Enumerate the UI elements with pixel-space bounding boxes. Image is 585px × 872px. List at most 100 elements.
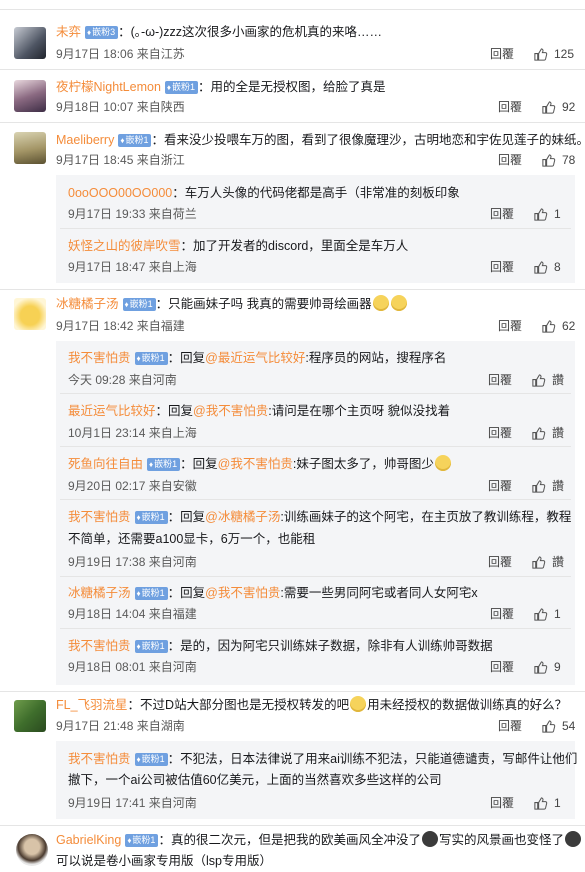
username-link[interactable]: 冰糖橘子汤 bbox=[56, 297, 119, 311]
thumbs-up-icon bbox=[542, 100, 556, 114]
comment-text: ：(｡-ω-)zzz这次很多小画家的危机真的来咯…… bbox=[118, 25, 383, 39]
reply-button[interactable]: 回覆 bbox=[490, 259, 514, 275]
like-button[interactable]: 讚 bbox=[531, 425, 564, 441]
comment-text: ：加了开发者的discord，里面全是车万人 bbox=[180, 239, 409, 253]
avatar[interactable] bbox=[16, 834, 48, 866]
like-button[interactable]: 1 bbox=[533, 206, 561, 222]
username-link[interactable]: 未弈 bbox=[56, 25, 81, 39]
like-count: 1 bbox=[554, 607, 561, 621]
comment-meta: 今天 09:28 来自河南 bbox=[68, 373, 177, 387]
reply-button[interactable]: 回覆 bbox=[488, 478, 512, 494]
comment-text: ：看来没少投喂车万的图，看到了很像魔理沙，古明地恋和宇佐见莲子的妹纸。 bbox=[151, 133, 585, 147]
username-link[interactable]: 妖怪之山的彼岸吹雪 bbox=[68, 239, 181, 253]
like-count: 125 bbox=[554, 47, 575, 61]
reply-button[interactable]: 回覆 bbox=[490, 606, 514, 622]
divider bbox=[60, 628, 571, 629]
like-button[interactable]: 讚 bbox=[531, 372, 564, 388]
username-link[interactable]: FL_飞羽流星 bbox=[56, 698, 128, 712]
reply-button[interactable]: 回覆 bbox=[490, 46, 514, 62]
mention-link[interactable]: @最近运气比较好 bbox=[205, 351, 305, 365]
fan-badge-icon: 嵌粉1 bbox=[125, 834, 159, 847]
username-link[interactable]: 我不害怕贵 bbox=[68, 351, 131, 365]
thumbs-up-icon bbox=[534, 796, 548, 810]
username-link[interactable]: Maeliberry bbox=[56, 133, 114, 147]
username-link[interactable]: 0ooOOO00OO000 bbox=[68, 186, 172, 200]
like-button[interactable]: 1 bbox=[533, 606, 561, 622]
thumbs-up-icon bbox=[532, 555, 546, 569]
comment-line: 最近运气比较好：回复@我不害怕贵:请问是在哪个主页呀 貌似没找着 bbox=[68, 402, 450, 420]
comment-line: FL_飞羽流星：不过D站大部分图也是无授权转发的吧 用未经授权的数据做训练真的好么… bbox=[56, 696, 567, 714]
like-button[interactable]: 讚 bbox=[531, 478, 564, 494]
like-button[interactable]: 92 bbox=[541, 99, 575, 115]
comment-meta: 9月17日 18:42 来自福建 bbox=[56, 319, 185, 333]
like-button[interactable]: 9 bbox=[533, 659, 561, 675]
comment-line: 夜柠檬NightLemon嵌粉1：用的全是无授权图，给脸了真是 bbox=[56, 78, 386, 96]
username-link[interactable]: 我不害怕贵 bbox=[68, 510, 131, 524]
fan-badge-icon: 嵌粉1 bbox=[134, 587, 168, 600]
username-link[interactable]: 冰糖橘子汤 bbox=[68, 586, 131, 600]
fan-badge-icon: 嵌粉1 bbox=[164, 81, 199, 94]
like-button[interactable]: 125 bbox=[533, 46, 574, 62]
fan-badge-icon: 嵌粉1 bbox=[134, 352, 168, 365]
avatar[interactable] bbox=[14, 700, 46, 732]
comment-meta: 9月19日 17:38 来自河南 bbox=[68, 555, 197, 569]
reply-prefix: ：回复 bbox=[155, 404, 194, 418]
comment-line: GabrielKing 嵌粉1：真的很二次元，但是把我的欧美画风全冲没了 写实的风景… bbox=[56, 831, 582, 849]
thumbs-up-icon bbox=[542, 153, 556, 167]
like-button[interactable]: 讚 bbox=[531, 554, 564, 570]
fan-badge-icon: 嵌粉1 bbox=[134, 511, 168, 524]
like-count: 54 bbox=[562, 719, 576, 733]
like-count: 9 bbox=[554, 660, 561, 674]
username-link[interactable]: 夜柠檬NightLemon bbox=[56, 80, 161, 94]
like-button[interactable]: 62 bbox=[541, 318, 575, 334]
thumbs-up-icon bbox=[534, 260, 548, 274]
comment-text: :妹子图太多了，帅哥图少 bbox=[292, 457, 434, 471]
like-count: 1 bbox=[554, 796, 561, 810]
reply-button[interactable]: 回覆 bbox=[490, 206, 514, 222]
avatar[interactable] bbox=[14, 298, 46, 330]
reply-button[interactable]: 回覆 bbox=[488, 372, 512, 388]
comment-text: ：不犯法，日本法律说了用来ai训练不犯法，只能道德谴责，写邮件让他们 bbox=[167, 752, 578, 766]
comment-text: :请问是在哪个主页呀 貌似没找着 bbox=[268, 404, 451, 418]
reply-button[interactable]: 回覆 bbox=[490, 659, 514, 675]
comment-line: 冰糖橘子汤嵌粉1：回复@我不害怕贵:需要一些男同阿宅或者同人女阿宅x bbox=[68, 584, 478, 602]
like-count: 92 bbox=[562, 100, 576, 114]
divider bbox=[60, 499, 571, 500]
comment-meta: 9月17日 18:47 来自上海 bbox=[68, 260, 197, 274]
username-link[interactable]: 我不害怕贵 bbox=[68, 639, 131, 653]
mention-link[interactable]: @我不害怕贵 bbox=[193, 404, 268, 418]
mention-link[interactable]: @冰糖橘子汤 bbox=[205, 510, 280, 524]
username-link[interactable]: 我不害怕贵 bbox=[68, 752, 131, 766]
comment-line: Maeliberry 嵌粉1：看来没少投喂车万的图，看到了很像魔理沙，古明地恋和宇… bbox=[56, 131, 585, 149]
reply-button[interactable]: 回覆 bbox=[498, 318, 522, 334]
comment-text: 写实的风景画也变怪了 bbox=[438, 833, 564, 847]
avatar[interactable] bbox=[14, 27, 46, 59]
thumbs-up-icon bbox=[534, 47, 548, 61]
divider bbox=[60, 228, 571, 229]
reply-button[interactable]: 回覆 bbox=[498, 718, 522, 734]
reply-button[interactable]: 回覆 bbox=[490, 795, 514, 811]
mention-link[interactable]: @我不害怕贵 bbox=[218, 457, 293, 471]
comment-meta: 9月19日 17:41 来自河南 bbox=[68, 796, 197, 810]
username-link[interactable]: 最近运气比较好 bbox=[68, 404, 156, 418]
comment-text: :需要一些男同阿宅或者同人女阿宅x bbox=[280, 586, 478, 600]
comment-meta: 9月17日 19:33 来自荷兰 bbox=[68, 207, 197, 221]
username-link[interactable]: GabrielKing bbox=[56, 833, 121, 847]
reply-button[interactable]: 回覆 bbox=[498, 99, 522, 115]
username-link[interactable]: 死鱼向往自由 bbox=[68, 457, 143, 471]
comment-text: 用未经授权的数据做训练真的好么？ bbox=[367, 698, 568, 712]
reply-button[interactable]: 回覆 bbox=[488, 425, 512, 441]
reply-button[interactable]: 回覆 bbox=[488, 554, 512, 570]
reply-button[interactable]: 回覆 bbox=[498, 152, 522, 168]
comment-text: ：真的很二次元，但是把我的欧美画风全冲没了 bbox=[158, 833, 421, 847]
like-count: 讚 bbox=[552, 555, 565, 569]
comment-meta: 9月17日 18:06 来自江苏 bbox=[56, 47, 185, 61]
like-button[interactable]: 1 bbox=[533, 795, 561, 811]
like-button[interactable]: 8 bbox=[533, 259, 561, 275]
fan-badge-icon: 嵌粉1 bbox=[134, 640, 168, 653]
like-button[interactable]: 54 bbox=[541, 718, 575, 734]
avatar[interactable] bbox=[14, 80, 46, 112]
like-button[interactable]: 78 bbox=[541, 152, 575, 168]
avatar[interactable] bbox=[14, 132, 46, 164]
mention-link[interactable]: @我不害怕贵 bbox=[205, 586, 280, 600]
